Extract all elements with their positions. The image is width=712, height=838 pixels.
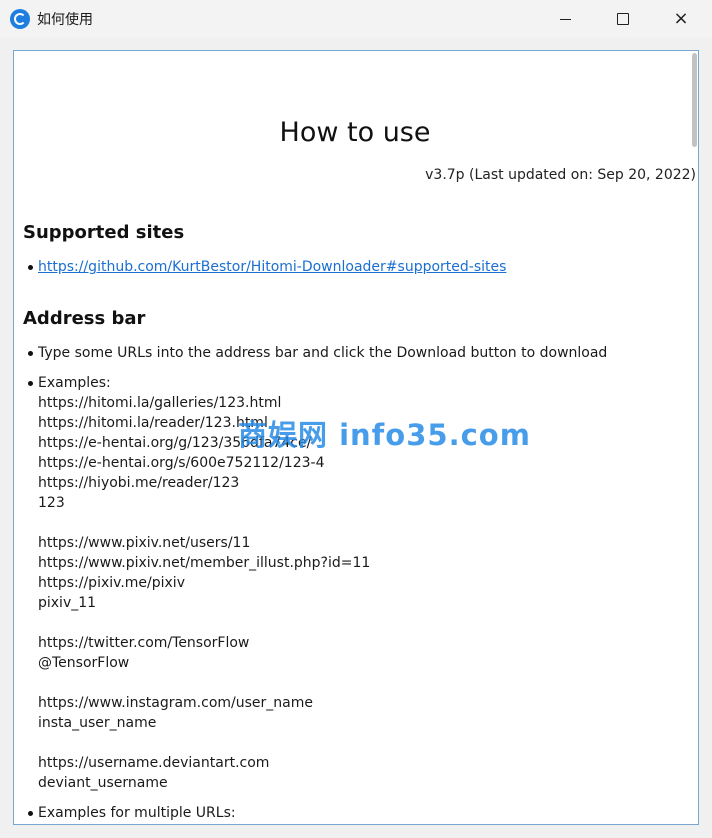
example-line: https://www.instagram.com/user_name [38, 695, 313, 711]
minimize-icon [559, 18, 571, 20]
example-spacer [38, 733, 370, 753]
instruction-text: Type some URLs into the address bar and … [38, 345, 608, 361]
example-line: https://pixiv.me/pixiv [38, 575, 185, 591]
vertical-scrollbar[interactable] [690, 51, 698, 824]
example-line: https://hitomi.la/galleries/123.html [38, 395, 282, 411]
example-spacer [38, 513, 370, 533]
minimize-button[interactable] [536, 0, 594, 38]
title-bar[interactable]: 如何使用 × [0, 0, 712, 38]
example-line: https://e-hentai.org/s/600e752112/123-4 [38, 455, 325, 471]
example-line: deviant_username [38, 775, 168, 791]
example-line: insta_user_name [38, 715, 157, 731]
scrollbar-thumb[interactable] [692, 53, 697, 147]
supported-sites-heading: Supported sites [23, 222, 185, 243]
close-icon: × [673, 8, 689, 29]
close-button[interactable]: × [652, 0, 710, 38]
multiple-urls-label: Examples for multiple URLs: [38, 805, 236, 821]
bullet-icon [28, 811, 33, 816]
app-logo-icon [10, 9, 30, 29]
app-window: 如何使用 × How to use v3.7p (Last updated on… [0, 0, 712, 838]
example-line: https://twitter.com/TensorFlow [38, 635, 250, 651]
supported-sites-link[interactable]: https://github.com/KurtBestor/Hitomi-Dow… [38, 257, 506, 277]
bullet-icon [28, 381, 33, 386]
example-line: 123 [38, 495, 65, 511]
version-text: v3.7p (Last updated on: Sep 20, 2022) [425, 167, 696, 183]
example-line: https://username.deviantart.com [38, 755, 270, 771]
page-title: How to use [279, 117, 431, 148]
example-spacer [38, 613, 370, 633]
example-spacer [38, 673, 370, 693]
example-line: https://www.pixiv.net/member_illust.php?… [38, 555, 371, 571]
bullet-icon [28, 265, 33, 270]
bullet-icon [28, 351, 33, 356]
address-bar-heading: Address bar [23, 308, 146, 329]
example-line: @TensorFlow [38, 655, 130, 671]
examples-label: Examples: [38, 375, 111, 391]
example-line: https://www.pixiv.net/users/11 [38, 535, 251, 551]
example-line: https://hiyobi.me/reader/123 [38, 475, 240, 491]
maximize-icon [617, 13, 629, 25]
example-line: pixiv_11 [38, 595, 97, 611]
window-title: 如何使用 [37, 12, 93, 28]
site-watermark: 商娱网 info35.com [238, 418, 531, 452]
maximize-button[interactable] [594, 0, 652, 38]
